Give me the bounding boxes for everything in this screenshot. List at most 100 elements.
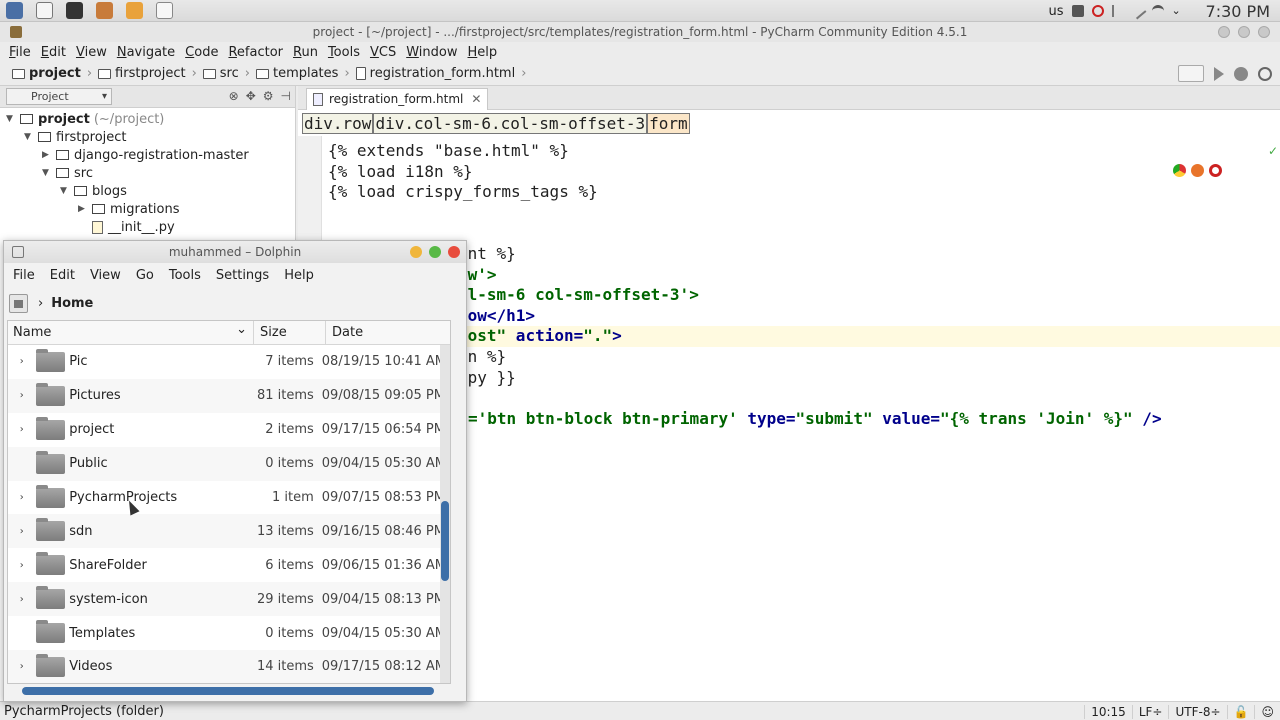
menu-edit[interactable]: Edit <box>36 45 71 60</box>
volume-icon[interactable] <box>1071 5 1084 17</box>
crumb-firstproject[interactable]: firstproject › <box>98 66 197 81</box>
tree-item[interactable]: ▼ project (~/project) <box>0 110 295 128</box>
dolphin-menu-view[interactable]: View <box>85 268 131 283</box>
file-row[interactable]: › Videos 14 items 09/17/15 08:12 AM <box>8 650 450 683</box>
record-icon[interactable] <box>1091 5 1104 17</box>
file-encoding[interactable]: UTF-8÷ <box>1168 704 1226 719</box>
scroll-thumb[interactable] <box>441 501 449 581</box>
crumb-project[interactable]: project › <box>12 66 92 81</box>
scroll-from-source-icon[interactable]: ✥ <box>246 89 256 103</box>
home-icon[interactable] <box>9 293 28 313</box>
menu-view[interactable]: View <box>71 45 112 60</box>
expand-arrow-icon[interactable]: › <box>8 526 36 537</box>
menu-tools[interactable]: Tools <box>323 45 365 60</box>
maximize-button[interactable] <box>1238 26 1250 38</box>
mail-icon[interactable] <box>36 2 53 19</box>
software-center-icon[interactable] <box>126 2 143 19</box>
menu-code[interactable]: Code <box>180 45 223 60</box>
column-name[interactable]: Name <box>8 321 254 344</box>
file-row[interactable]: › system-icon 29 items 09/04/15 08:13 PM <box>8 582 450 617</box>
wifi-icon[interactable] <box>1151 5 1164 17</box>
run-config-dropdown[interactable] <box>1178 65 1204 82</box>
inspector-icon[interactable]: ☺ <box>1254 704 1280 719</box>
terminal-icon[interactable] <box>66 2 83 19</box>
dolphin-menu-go[interactable]: Go <box>131 268 164 283</box>
debug-icon[interactable] <box>1234 66 1248 81</box>
menu-navigate[interactable]: Navigate <box>112 45 180 60</box>
expand-arrow-icon[interactable]: › <box>8 424 36 435</box>
code-content[interactable]: {% extends "base.html" %} {% load i18n %… <box>328 141 1280 429</box>
caret-position[interactable]: 10:15 <box>1084 704 1132 719</box>
expand-arrow-icon[interactable]: › <box>8 390 36 401</box>
close-button[interactable] <box>1258 26 1270 38</box>
menu-refactor[interactable]: Refactor <box>223 45 288 60</box>
file-row[interactable]: › sdn 13 items 09/16/15 08:46 PM <box>8 514 450 549</box>
tab-registration-form[interactable]: registration_form.html ✕ <box>306 88 489 110</box>
crumb-templates[interactable]: templates › <box>255 66 350 81</box>
expand-arrow-icon[interactable]: › <box>8 560 36 571</box>
dolphin-menu-file[interactable]: File <box>8 268 45 283</box>
tree-item[interactable]: __init__.py <box>0 218 295 236</box>
project-view-selector[interactable]: Project <box>6 88 112 105</box>
expanded-arrow-icon[interactable]: ▼ <box>42 168 56 178</box>
file-row[interactable]: › Pictures 81 items 09/08/15 09:05 PM <box>8 378 450 413</box>
tree-item[interactable]: ▼ src <box>0 164 295 182</box>
expanded-arrow-icon[interactable]: ▼ <box>60 186 74 196</box>
maximize-button[interactable] <box>429 246 441 258</box>
search-icon[interactable] <box>1258 66 1272 81</box>
crumb-src[interactable]: src › <box>202 66 250 81</box>
menu-file[interactable]: File <box>4 45 36 60</box>
column-size[interactable]: Size <box>254 321 326 344</box>
tag-crumb-form[interactable]: form <box>647 112 690 134</box>
run-icon[interactable] <box>1214 66 1224 81</box>
file-row[interactable]: Templates 0 items 09/04/15 05:30 AM <box>8 616 450 650</box>
app-launcher-icon[interactable] <box>6 2 23 19</box>
location-home[interactable]: Home <box>51 296 93 311</box>
expand-arrow-icon[interactable]: › <box>8 594 36 605</box>
column-date[interactable]: Date <box>326 321 446 344</box>
clock[interactable]: 7:30 PM <box>1206 2 1270 21</box>
file-row[interactable]: › project 2 items 09/17/15 06:54 PM <box>8 413 450 447</box>
dolphin-menu-edit[interactable]: Edit <box>45 268 85 283</box>
file-row[interactable]: › ShareFolder 6 items 09/06/15 01:36 AM <box>8 548 450 582</box>
tree-item[interactable]: ▶ django-registration-master <box>0 146 295 164</box>
bluetooth-icon[interactable] <box>1111 5 1124 17</box>
crumb-file[interactable]: registration_form.html › <box>355 66 526 81</box>
gear-icon[interactable]: ⚙ <box>263 89 274 103</box>
horizontal-scrollbar[interactable] <box>22 687 434 695</box>
settings-tool-icon[interactable] <box>96 2 113 19</box>
lock-icon[interactable]: 🔓 <box>1226 704 1255 719</box>
collapsed-arrow-icon[interactable]: ▶ <box>42 150 56 160</box>
tree-item[interactable]: ▼ firstproject <box>0 128 295 146</box>
expanded-arrow-icon[interactable]: ▼ <box>6 114 20 124</box>
file-row[interactable]: › PycharmProjects 1 item 09/07/15 08:53 PM <box>8 481 450 515</box>
menu-window[interactable]: Window <box>401 45 462 60</box>
dolphin-menu-settings[interactable]: Settings <box>211 268 279 283</box>
tree-item[interactable]: ▼ blogs <box>0 182 295 200</box>
collapsed-arrow-icon[interactable]: ▶ <box>78 204 92 214</box>
window-menu-icon[interactable] <box>12 246 24 258</box>
menu-vcs[interactable]: VCS <box>365 45 401 60</box>
expand-arrow-icon[interactable]: › <box>8 492 36 503</box>
menu-run[interactable]: Run <box>288 45 323 60</box>
pen-icon[interactable] <box>1129 2 1146 20</box>
tree-item[interactable]: ▶ migrations <box>0 200 295 218</box>
tag-crumb-div-col[interactable]: div.col-sm-6.col-sm-offset-3 <box>373 112 648 134</box>
vertical-scrollbar[interactable] <box>440 345 450 683</box>
close-tab-icon[interactable]: ✕ <box>471 92 481 106</box>
chevron-right-icon[interactable]: › <box>38 296 43 311</box>
tag-crumb-div-row[interactable]: div.row <box>302 112 374 134</box>
expanded-arrow-icon[interactable]: ▼ <box>24 132 38 142</box>
hide-panel-icon[interactable]: ⊣ <box>281 89 291 103</box>
expand-arrow-icon[interactable]: › <box>8 356 36 367</box>
line-separator[interactable]: LF÷ <box>1131 704 1169 719</box>
keyboard-layout[interactable]: us <box>1049 4 1064 19</box>
collapse-icon[interactable]: ⊗ <box>229 89 239 103</box>
close-button[interactable] <box>448 246 460 258</box>
file-row[interactable]: Public 0 items 09/04/15 05:30 AM <box>8 446 450 481</box>
minimize-button[interactable] <box>410 246 422 258</box>
dolphin-menu-help[interactable]: Help <box>279 268 324 283</box>
menu-help[interactable]: Help <box>463 45 503 60</box>
file-row[interactable]: › Pic 7 items 08/19/15 10:41 AM <box>8 345 450 379</box>
expand-arrow-icon[interactable]: › <box>8 661 36 672</box>
